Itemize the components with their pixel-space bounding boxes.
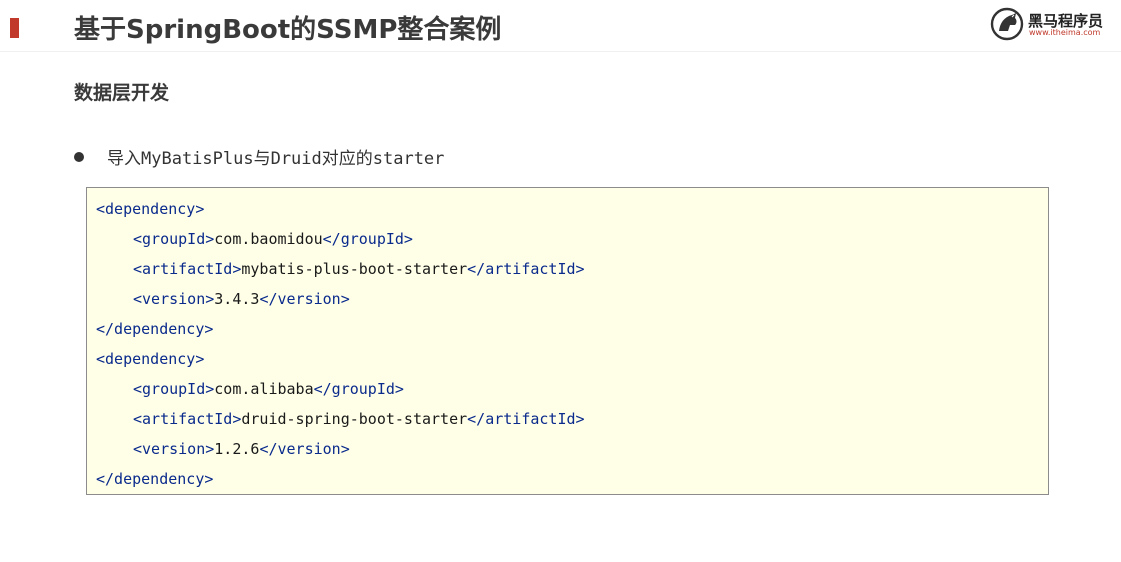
- code-line: <dependency>: [96, 197, 1048, 227]
- xml-tag: <dependency>: [96, 200, 205, 218]
- code-line: </dependency>: [96, 467, 1048, 497]
- page-title: 基于SpringBoot的SSMP整合案例: [74, 15, 502, 45]
- xml-tag: </groupId>: [313, 380, 404, 398]
- xml-tag: <version>: [133, 440, 215, 458]
- code-line: <groupId>com.alibaba</groupId>: [96, 377, 1048, 407]
- code-line: <version>3.4.3</version>: [96, 287, 1048, 317]
- xml-value: 3.4.3: [214, 290, 260, 308]
- accent-bar: [10, 18, 19, 38]
- xml-tag: </dependency>: [96, 320, 214, 338]
- xml-value: com.alibaba: [214, 380, 314, 398]
- code-line: </dependency>: [96, 317, 1048, 347]
- xml-tag: </artifactId>: [467, 260, 585, 278]
- code-block: <dependency> <groupId>com.baomidou</grou…: [86, 187, 1049, 495]
- code-line: <artifactId>mybatis-plus-boot-starter</a…: [96, 257, 1048, 287]
- slide-header: 基于SpringBoot的SSMP整合案例 黑马程序员 www.itheima.…: [0, 0, 1121, 52]
- code-line: <artifactId>druid-spring-boot-starter</a…: [96, 407, 1048, 437]
- bullet-item: 导入MyBatisPlus与Druid对应的starter: [74, 144, 444, 169]
- xml-value: druid-spring-boot-starter: [241, 410, 468, 428]
- brand-logo: 黑马程序员 www.itheima.com: [990, 7, 1110, 41]
- xml-tag: <artifactId>: [133, 410, 242, 428]
- bullet-text: 导入MyBatisPlus与Druid对应的starter: [107, 149, 445, 169]
- xml-tag: </dependency>: [96, 470, 214, 488]
- xml-tag: <groupId>: [133, 380, 215, 398]
- xml-tag: <dependency>: [96, 350, 205, 368]
- xml-tag: </groupId>: [322, 230, 413, 248]
- slide: 基于SpringBoot的SSMP整合案例 黑马程序员 www.itheima.…: [0, 0, 1121, 562]
- xml-value: mybatis-plus-boot-starter: [241, 260, 468, 278]
- xml-tag: <groupId>: [133, 230, 215, 248]
- code-line: <version>1.2.6</version>: [96, 437, 1048, 467]
- xml-tag: </version>: [259, 440, 350, 458]
- code-line: <groupId>com.baomidou</groupId>: [96, 227, 1048, 257]
- bullet-dot-icon: [74, 151, 84, 162]
- code-line: <dependency>: [96, 347, 1048, 377]
- xml-tag: </version>: [259, 290, 350, 308]
- xml-value: com.baomidou: [214, 230, 323, 248]
- xml-tag: </artifactId>: [467, 410, 585, 428]
- xml-tag: <version>: [133, 290, 215, 308]
- logo-url: www.itheima.com: [1029, 28, 1101, 37]
- section-title: 数据层开发: [74, 82, 170, 104]
- horse-logo-icon: [990, 7, 1024, 41]
- xml-value: 1.2.6: [214, 440, 260, 458]
- xml-tag: <artifactId>: [133, 260, 242, 278]
